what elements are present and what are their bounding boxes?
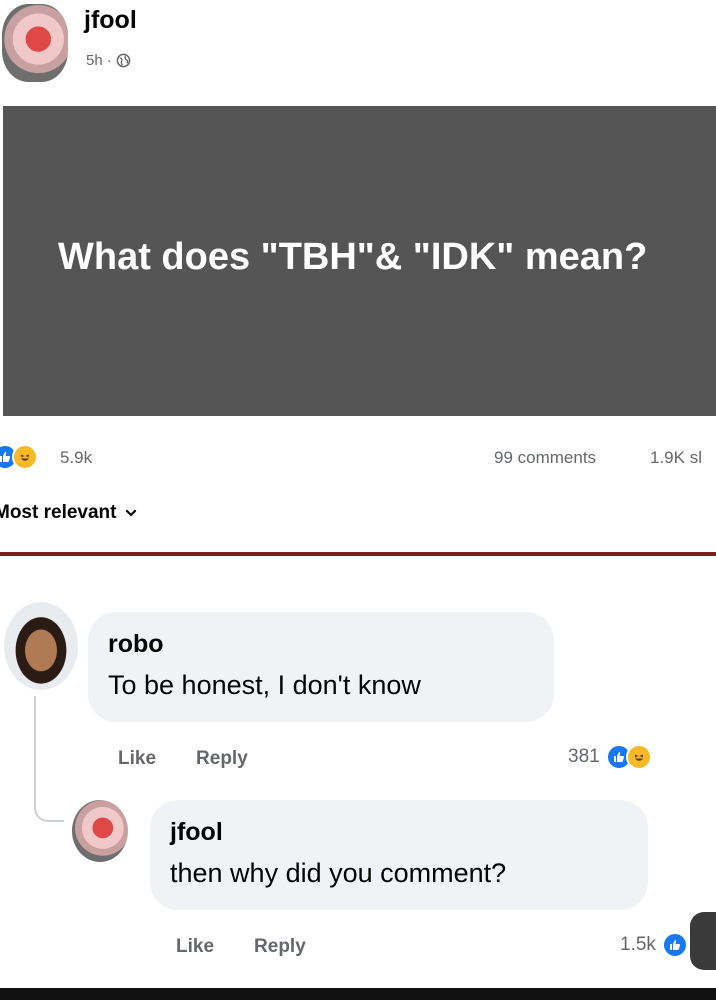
commenter-avatar[interactable] — [4, 602, 78, 690]
reply-bubble[interactable]: jfool then why did you comment? — [150, 800, 648, 910]
post-author-name[interactable]: jfool — [84, 6, 137, 35]
like-button[interactable]: Like — [118, 748, 156, 770]
like-button[interactable]: Like — [176, 936, 214, 958]
reply-reactions[interactable]: 1.5k — [620, 932, 688, 958]
post-question-text: What does "TBH"& "IDK" mean? — [58, 236, 648, 278]
comment-sort-dropdown[interactable]: Most relevant — [0, 502, 138, 524]
comment-text: To be honest, I don't know — [108, 670, 421, 700]
comment-actions: Like Reply — [118, 748, 248, 770]
reply-reaction-count: 1.5k — [620, 934, 656, 955]
sort-label: Most relevant — [0, 502, 117, 523]
author-avatar[interactable] — [2, 4, 68, 82]
reply-text: then why did you comment? — [170, 858, 507, 888]
reply-thread-line — [34, 696, 64, 822]
post-time[interactable]: 5h — [86, 52, 103, 69]
reply-actions: Like Reply — [176, 936, 306, 958]
reaction-summary-row: 5.9k 99 comments 1.9K sl — [0, 440, 716, 474]
like-icon — [661, 932, 688, 958]
haha-icon — [12, 444, 38, 470]
comment-reaction-count: 381 — [568, 746, 600, 767]
screen-edge-shadow — [690, 912, 716, 970]
reaction-icons[interactable] — [0, 444, 38, 470]
reply-button[interactable]: Reply — [254, 936, 306, 958]
comment-reaction-icons — [605, 744, 652, 770]
reply-author-name[interactable]: jfool — [170, 818, 223, 847]
haha-icon — [625, 744, 652, 770]
chevron-down-icon — [126, 509, 137, 517]
bottom-edge — [0, 988, 716, 1000]
post-meta: 5h · — [86, 52, 131, 69]
section-divider — [0, 552, 716, 556]
reply-author-avatar[interactable] — [72, 800, 128, 862]
post-header: jfool 5h · — [0, 0, 716, 100]
reaction-count[interactable]: 5.9k — [60, 448, 92, 468]
comment-reactions[interactable]: 381 — [568, 744, 652, 770]
comments-count[interactable]: 99 comments — [494, 448, 596, 468]
reply-reaction-icons — [661, 932, 688, 958]
comment-author-name[interactable]: robo — [108, 630, 164, 659]
globe-icon — [116, 53, 131, 68]
meta-separator: · — [106, 52, 112, 69]
reply-button[interactable]: Reply — [196, 748, 248, 770]
comment-bubble[interactable]: robo To be honest, I don't know — [88, 612, 554, 722]
shares-count[interactable]: 1.9K sl — [650, 448, 702, 468]
